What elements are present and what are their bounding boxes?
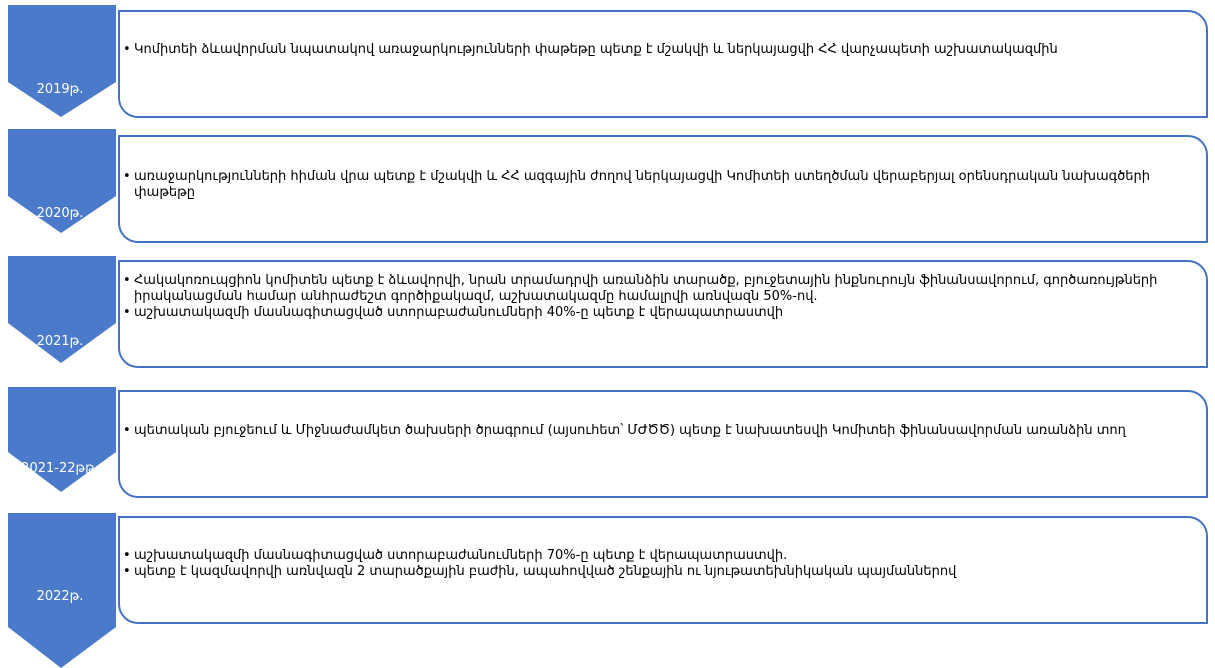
bullet-item: Հակակոռուպցիոն կոմիտեն պետք է ձևավորվի, … — [120, 273, 1206, 305]
stage-description-box: Կոմիտեի ձևավորման նպատակով առաջարկությու… — [118, 10, 1208, 118]
bullet-item: աշխատակազմի մասնագիտացված ստորաբաժանումն… — [120, 305, 1206, 321]
stage-year-label: 2019թ. — [36, 82, 84, 97]
stage-description-box: առաջարկությունների հիման վրա պետք է մշակ… — [118, 135, 1208, 243]
timeline-diagram: 2019թ. Կոմիտեի ձևավորման նպատակով առաջար… — [0, 0, 1215, 668]
stage-year-label: 2022թ. — [36, 589, 84, 604]
bullet-item: առաջարկությունների հիման վրա պետք է մշակ… — [120, 169, 1206, 201]
bullet-list: աշխատակազմի մասնագիտացված ստորաբաժանումն… — [120, 548, 1206, 580]
bullet-item: պետական բյուջեում և Միջնաժամկետ ծախսերի … — [120, 423, 1206, 439]
bullet-list: պետական բյուջեում և Միջնաժամկետ ծախսերի … — [120, 423, 1206, 439]
bullet-list: առաջարկությունների հիման վրա պետք է մշակ… — [120, 169, 1206, 201]
chevron-shape — [8, 5, 116, 117]
bullet-list: Հակակոռուպցիոն կոմիտեն պետք է ձևավորվի, … — [120, 273, 1206, 321]
bullet-item: աշխատակազմի մասնագիտացված ստորաբաժանումն… — [120, 548, 1206, 564]
bullet-item: պետք է կազմավորվի առնվազն 2 տարածքային բ… — [120, 564, 1206, 580]
stage-year-label: 2020թ. — [36, 206, 84, 221]
stage-year-label: 2021-22թթ. — [21, 461, 99, 476]
stage-description-box: աշխատակազմի մասնագիտացված ստորաբաժանումն… — [118, 516, 1208, 624]
stage-year-label: 2021թ. — [36, 334, 84, 349]
bullet-list: Կոմիտեի ձևավորման նպատակով առաջարկությու… — [120, 42, 1206, 58]
bullet-item: Կոմիտեի ձևավորման նպատակով առաջարկությու… — [120, 42, 1206, 58]
stage-description-box: պետական բյուջեում և Միջնաժամկետ ծախսերի … — [118, 390, 1208, 498]
stage-description-box: Հակակոռուպցիոն կոմիտեն պետք է ձևավորվի, … — [118, 260, 1208, 368]
